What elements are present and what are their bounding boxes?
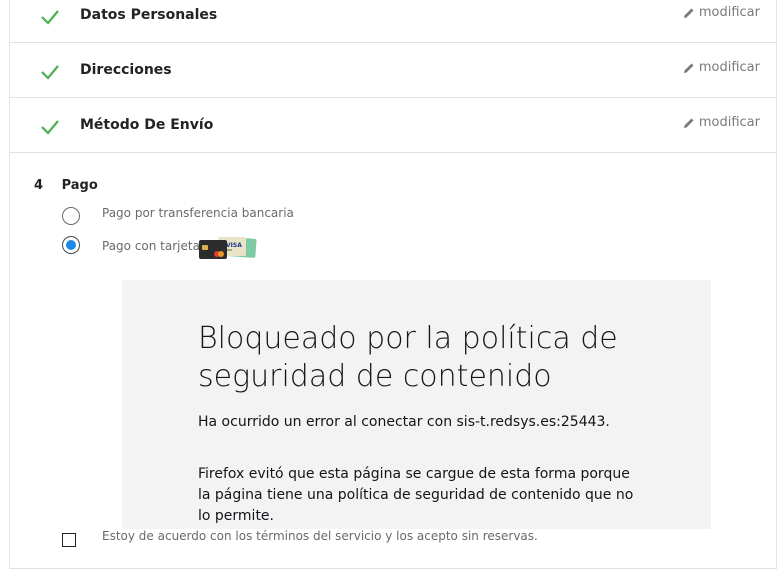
credit-cards-icon: VISA [199, 237, 257, 259]
edit-shipping-method-link[interactable]: modificar [683, 115, 760, 130]
step-shipping-method: Método De Envío modificar [10, 98, 776, 153]
bank-transfer-label[interactable]: Pago por transferencia bancaria [102, 206, 294, 220]
edit-addresses-link[interactable]: modificar [683, 60, 760, 75]
step-number: 4 [34, 178, 44, 193]
terms-checkbox[interactable] [62, 533, 76, 547]
edit-personal-data-link[interactable]: modificar [683, 5, 760, 20]
blocked-error-text: Ha ocurrido un error al conectar con sis… [198, 414, 610, 430]
svg-text:VISA: VISA [226, 242, 242, 249]
step-title: Pago [61, 178, 98, 193]
check-icon [41, 10, 59, 25]
bank-transfer-radio[interactable] [62, 207, 80, 225]
terms-label[interactable]: Estoy de acuerdo con los términos del se… [102, 529, 538, 543]
pencil-icon [683, 8, 694, 18]
edit-label: modificar [698, 5, 760, 20]
edit-label: modificar [698, 60, 760, 75]
step-title: Direcciones [80, 62, 172, 78]
step-addresses: Direcciones modificar [10, 43, 776, 98]
edit-label: modificar [698, 115, 760, 130]
check-icon [41, 120, 59, 135]
step-personal-data: Datos Personales modificar [10, 0, 776, 43]
step-title: Datos Personales [80, 7, 218, 23]
pencil-icon [683, 63, 694, 73]
check-icon [41, 65, 59, 80]
blocked-explanation-text: Firefox evitó que esta página se cargue … [198, 466, 634, 524]
blocked-payment-iframe: Bloqueado por la política de seguridad d… [122, 280, 711, 529]
blocked-heading: Bloqueado por la política de seguridad d… [198, 321, 618, 394]
pencil-icon [683, 118, 694, 128]
card-payment-radio[interactable] [62, 236, 80, 254]
payment-step-heading: 4 Pago [34, 178, 98, 193]
step-title: Método De Envío [80, 117, 214, 133]
card-payment-label[interactable]: Pago con tarjeta [102, 239, 200, 253]
